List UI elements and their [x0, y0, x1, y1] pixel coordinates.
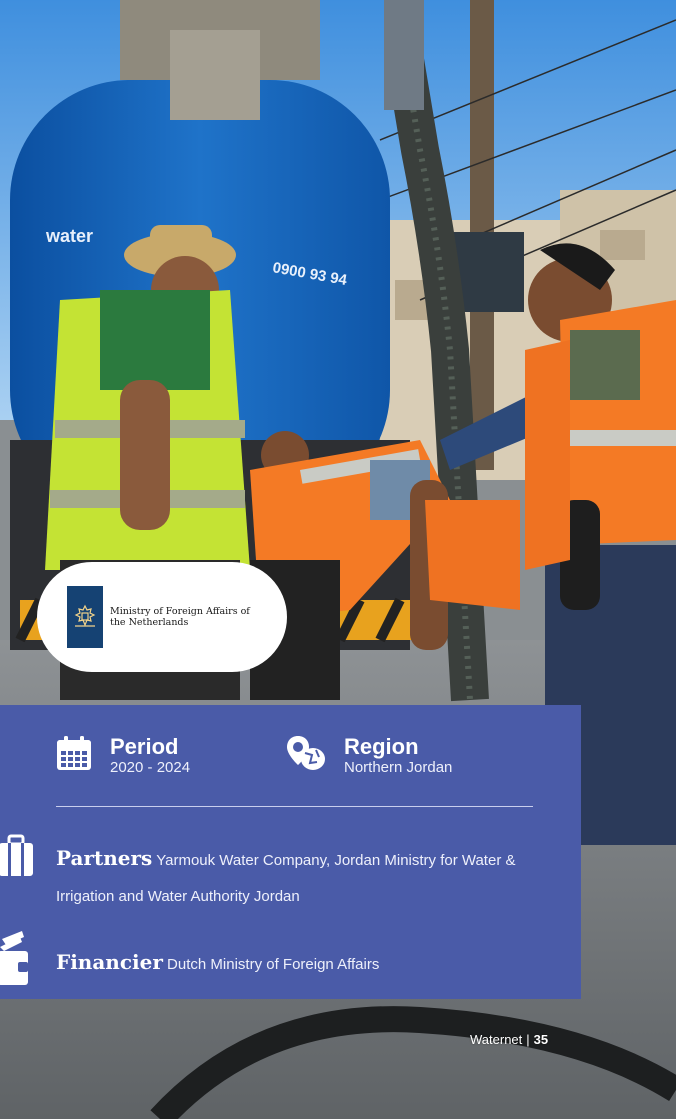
map-pin-icon: [287, 736, 325, 770]
period-label: Period: [110, 734, 179, 759]
page-footer: Waternet | 35: [470, 1032, 548, 1047]
briefcase-icon: [0, 834, 33, 876]
partners-label: Partners: [56, 846, 153, 870]
calendar-icon: [57, 736, 91, 770]
region-item: Region Northern Jordan: [286, 735, 452, 777]
period-item: Period 2020 - 2024: [56, 735, 190, 777]
region-label: Region: [344, 734, 419, 759]
publisher-name: Waternet: [470, 1032, 523, 1047]
period-region-row: Period 2020 - 2024 Region Northern Jorda…: [56, 735, 536, 795]
period-value: 2020 - 2024: [110, 759, 191, 776]
ministry-name: Ministry of Foreign Affairs of the Nethe…: [110, 606, 250, 628]
footer-separator: |: [526, 1032, 530, 1047]
ministry-logo-card: Ministry of Foreign Affairs of the Nethe…: [37, 562, 287, 672]
divider: [56, 806, 533, 807]
financier-value: Dutch Ministry of Foreign Affairs: [167, 956, 380, 973]
truck-brand-text: water: [45, 226, 93, 246]
project-info-panel: Period 2020 - 2024 Region Northern Jorda…: [0, 705, 581, 999]
region-value: Northern Jordan: [344, 759, 453, 776]
financier-label: Financier: [56, 950, 163, 974]
page-number: 35: [533, 1032, 549, 1047]
royal-coat-of-arms-icon: [67, 586, 103, 648]
wallet-icon: [0, 931, 28, 985]
